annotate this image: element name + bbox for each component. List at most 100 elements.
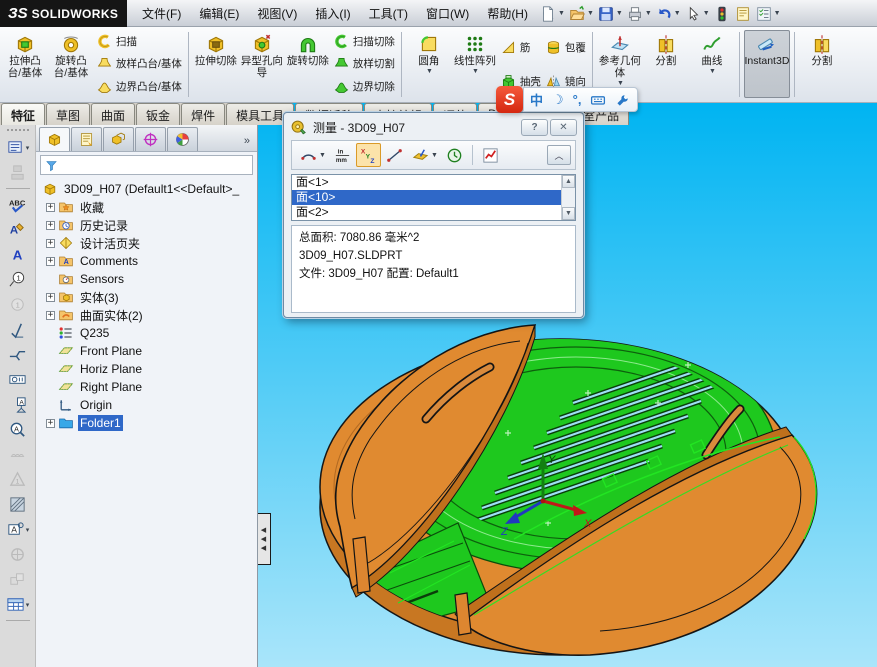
file-properties-button[interactable] <box>733 4 753 24</box>
tree-expand-toggle[interactable]: + <box>46 419 55 428</box>
tree-expand-toggle[interactable]: + <box>46 221 55 230</box>
dropdown-caret-icon[interactable]: ▼ <box>472 68 479 76</box>
ribbon-button-revolve[interactable]: 旋转凸台/基体 <box>48 30 94 98</box>
rebuild-traffic-light-button[interactable] <box>712 4 732 24</box>
tree-item-Origin[interactable]: Origin <box>36 396 257 414</box>
tree-root[interactable]: 3D09_H07 (Default1<<Default>_ <box>36 180 257 198</box>
tab-曲面[interactable]: 曲面 <box>91 103 135 125</box>
tree-tabs-overflow[interactable]: » <box>244 135 254 151</box>
tree-item-Sensors[interactable]: Sensors <box>36 270 257 288</box>
open-folder-button[interactable]: ▼ <box>567 4 595 24</box>
ribbon-button-boundary[interactable]: 边界凸台/基体 <box>96 77 182 97</box>
tab-草图[interactable]: 草图 <box>46 103 90 125</box>
undo-button[interactable]: ▼ <box>654 4 682 24</box>
ribbon-button-split[interactable]: 分割 <box>799 30 845 98</box>
ribbon-button-revolve-cut[interactable]: 旋转切除 <box>285 30 331 98</box>
new-doc-button[interactable]: ▼ <box>538 4 566 24</box>
featuremanager-tab[interactable] <box>39 127 70 151</box>
ribbon-button-wrap[interactable]: 包覆 <box>545 37 586 57</box>
tree-expand-toggle[interactable]: + <box>46 203 55 212</box>
dropdown-caret-icon[interactable]: ▼ <box>426 68 433 76</box>
print-button[interactable]: ▼ <box>625 4 653 24</box>
tree-item-3[interactable]: +实体(3) <box>36 288 257 306</box>
ribbon-button-cut-extrude[interactable]: 拉伸切除 <box>193 30 239 98</box>
tree-expand-toggle[interactable]: + <box>46 311 55 320</box>
menu-I[interactable]: 插入(I) <box>306 0 359 27</box>
menu-E[interactable]: 编辑(E) <box>190 0 248 27</box>
selection-list-item[interactable]: 面<10> <box>292 190 575 205</box>
note-a-button[interactable]: A <box>8 242 27 267</box>
tab-钣金[interactable]: 钣金 <box>136 103 180 125</box>
geometric-tolerance-button[interactable] <box>8 367 27 392</box>
datum-feature-button[interactable]: A <box>8 392 27 417</box>
scroll-down-icon[interactable]: ▼ <box>562 207 575 220</box>
tree-item-HorizPlane[interactable]: Horiz Plane <box>36 360 257 378</box>
weld-symbol-button[interactable] <box>8 342 27 367</box>
tree-expand-toggle[interactable]: + <box>46 257 55 266</box>
selection-list-item[interactable]: 面<2> <box>292 205 575 220</box>
ribbon-button-rib[interactable]: 筋 <box>500 37 541 57</box>
menu-W[interactable]: 窗口(W) <box>417 0 478 27</box>
measure-dialog-titlebar[interactable]: 测量 - 3D09_H07 ? ✕ <box>284 113 583 138</box>
menu-V[interactable]: 视图(V) <box>248 0 306 27</box>
tab-特征[interactable]: 特征 <box>1 103 45 125</box>
ribbon-button-curve[interactable]: 曲线▼ <box>689 30 735 98</box>
tree-item-2[interactable]: +曲面实体(2) <box>36 306 257 324</box>
units-in-mm-button[interactable]: inmm <box>330 143 355 167</box>
dialog-close-button[interactable]: ✕ <box>550 119 577 136</box>
ribbon-button-split[interactable]: 分割 <box>643 30 689 98</box>
ribbon-button-boss-extrude[interactable]: 拉伸凸台/基体 <box>2 30 48 98</box>
propertymanager-tab[interactable] <box>71 127 102 151</box>
tree-item-Q235[interactable]: Q235 <box>36 324 257 342</box>
surface-finish-button[interactable] <box>8 317 27 342</box>
tree-filter[interactable] <box>40 155 253 175</box>
xyz-measure-button[interactable]: XYZ <box>356 143 381 167</box>
measure-selection-list[interactable]: 面<1>面<10>面<2>▲▼ <box>291 174 576 221</box>
dimxpertmanager-tab[interactable] <box>135 127 166 151</box>
magnified-callout-button[interactable]: A <box>8 417 27 442</box>
panel-collapse-handle[interactable]: ◀◀◀ <box>256 513 271 565</box>
menu-F[interactable]: 文件(F) <box>133 0 190 27</box>
projection-button[interactable]: ▼ <box>408 143 441 167</box>
scroll-up-icon[interactable]: ▲ <box>562 175 575 188</box>
point-to-point-button[interactable] <box>382 143 407 167</box>
tree-expand-toggle[interactable]: + <box>46 293 55 302</box>
note-blue-button[interactable]: ▾ <box>6 135 30 160</box>
configurationmanager-tab[interactable] <box>103 127 134 151</box>
select-cursor-button[interactable]: ▼ <box>683 4 711 24</box>
ime-wrench[interactable] <box>615 92 631 108</box>
tree-expand-toggle[interactable]: + <box>46 239 55 248</box>
tree-item-[interactable]: +历史记录 <box>36 216 257 234</box>
tab-焊件[interactable]: 焊件 <box>181 103 225 125</box>
selection-list-item[interactable]: 面<1> <box>292 175 575 190</box>
ribbon-button-loft[interactable]: 放样凸台/基体 <box>96 54 182 74</box>
ime-keyboard[interactable] <box>590 92 606 108</box>
tree-item-Folder1[interactable]: +Folder1 <box>36 414 257 432</box>
balloon-1-button[interactable]: 1 <box>8 267 27 292</box>
area-hatch-button[interactable] <box>8 492 27 517</box>
ribbon-button-loft-cut[interactable]: 放样切割 <box>333 54 395 74</box>
format-painter-button[interactable]: A <box>8 217 27 242</box>
ime-fullhalf-moon[interactable]: ☽ <box>552 92 564 108</box>
table-button[interactable]: ▾ <box>6 592 30 617</box>
measure-history-button[interactable] <box>442 143 467 167</box>
menu-T[interactable]: 工具(T) <box>360 0 417 27</box>
ribbon-button-sweep[interactable]: 扫描 <box>96 31 182 51</box>
toolbar-drag-handle[interactable] <box>7 129 29 131</box>
list-scrollbar[interactable]: ▲▼ <box>561 175 575 220</box>
tree-item-RightPlane[interactable]: Right Plane <box>36 378 257 396</box>
menu-H[interactable]: 帮助(H) <box>478 0 537 27</box>
ime-logo[interactable]: S <box>496 86 523 113</box>
displaymanager-tab[interactable] <box>167 127 198 151</box>
tree-item-FrontPlane[interactable]: Front Plane <box>36 342 257 360</box>
ribbon-button-boundary-cut[interactable]: 边界切除 <box>333 77 395 97</box>
ribbon-button-sweep-cut[interactable]: 扫描切除 <box>333 31 395 51</box>
tree-item-[interactable]: +收藏 <box>36 198 257 216</box>
ribbon-button-hole-wizard[interactable]: 异型孔向导 <box>239 30 285 98</box>
tree-item-[interactable]: +设计活页夹 <box>36 234 257 252</box>
ribbon-button-instant3d[interactable]: Instant3D <box>744 30 790 98</box>
tree-item-Comments[interactable]: +AComments <box>36 252 257 270</box>
dialog-collapse-button[interactable]: ︿ <box>547 145 571 165</box>
balloon-label-button[interactable]: A▾ <box>6 517 30 542</box>
options-button[interactable]: ▼ <box>754 4 782 24</box>
